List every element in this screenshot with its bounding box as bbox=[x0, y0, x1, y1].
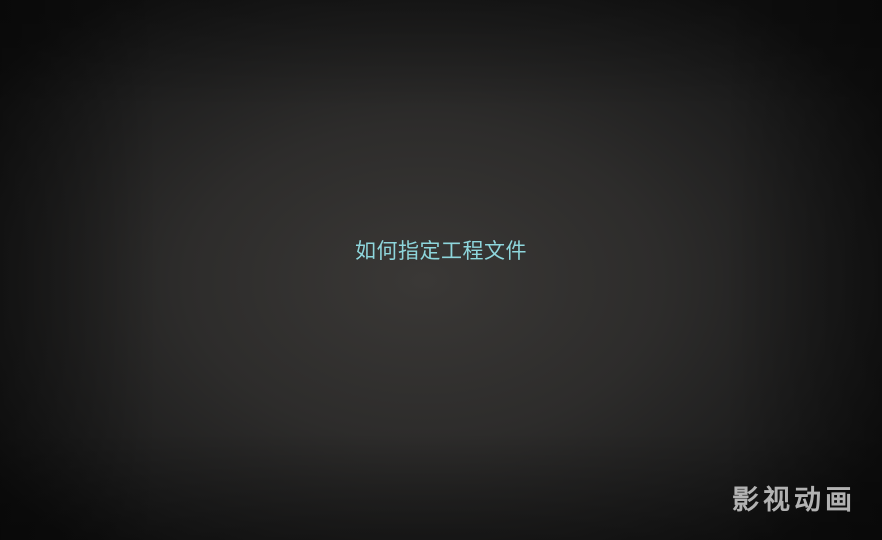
background-vignette bbox=[0, 0, 882, 540]
slide-title: 如何指定工程文件 bbox=[355, 239, 527, 263]
watermark-logo: 影视动画 bbox=[732, 485, 856, 516]
